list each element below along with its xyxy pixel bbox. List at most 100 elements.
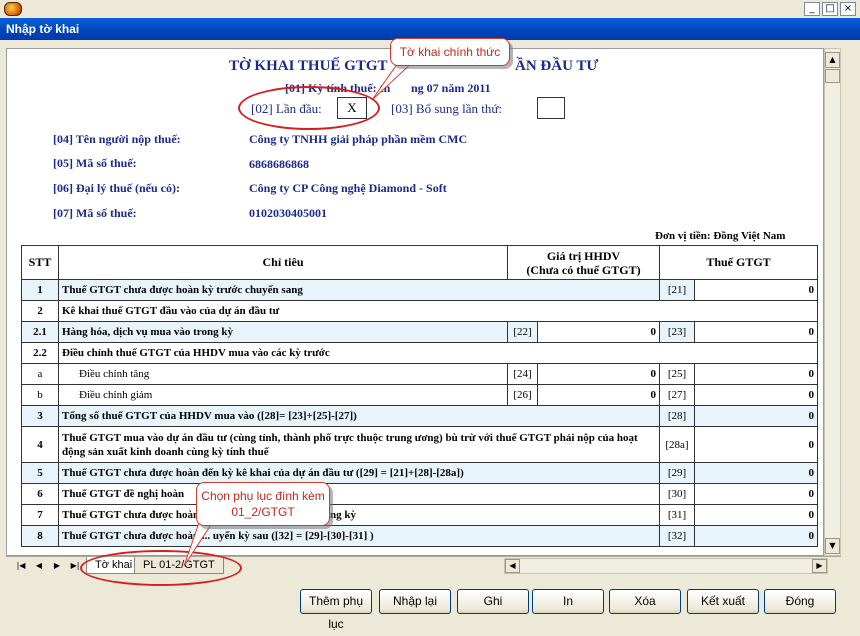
scroll-down-icon[interactable]: ▼ xyxy=(825,538,840,554)
row-tax-input[interactable]: 0 xyxy=(693,504,819,526)
tab-next-icon[interactable]: ▶ xyxy=(50,559,64,573)
taxpayer-name-value: Công ty TNHH giải pháp phần mềm CMC xyxy=(249,132,468,146)
tax-agent-label: [06] Đại lý thuế (nếu có): xyxy=(53,181,180,195)
row-stt: 4 xyxy=(21,426,59,463)
row-desc: Điều chỉnh tăng xyxy=(58,363,508,385)
close-icon[interactable]: × xyxy=(840,2,856,16)
top-strip: _ □ × xyxy=(0,0,860,18)
add-appendix-button[interactable]: Thêm phụ lục xyxy=(300,589,372,631)
agent-tax-code-value: 0102030405001 xyxy=(249,206,327,220)
declaration-table: STT Chỉ tiêu Giá trị HHDV (Chưa có thuế … xyxy=(21,245,819,547)
row-stt: 7 xyxy=(21,504,59,526)
table-row: 2 Kê khai thuế GTGT đầu vào của dự án đầ… xyxy=(21,300,819,322)
row-desc: Điều chỉnh thuế GTGT của HHDV mua vào cá… xyxy=(57,342,819,364)
row-desc: Thuế GTGT chưa được hoàn kỳ trước chuyển… xyxy=(58,279,660,301)
row-code: [30] xyxy=(659,483,695,505)
table-row: 2.2 Điều chỉnh thuế GTGT của HHDV mua và… xyxy=(21,342,819,364)
row-desc: Thuế GTGT chưa được hoàn ... nghiệp mới … xyxy=(58,504,660,526)
tax-code-label: [05] Mã số thuế: xyxy=(53,156,137,170)
row-code: [29] xyxy=(659,462,695,484)
table-row: 3 Tổng số thuế GTGT của HHDV mua vào ([2… xyxy=(21,405,819,427)
row-tax-input[interactable]: 0 xyxy=(693,483,819,505)
first-time-highlight-oval xyxy=(238,86,380,130)
supplement-field[interactable] xyxy=(537,97,565,119)
app-logo-icon xyxy=(4,2,22,16)
col-chi-tieu: Chỉ tiêu xyxy=(58,245,508,280)
callout-bottom-pointer xyxy=(183,519,215,567)
callout-choose-appendix: Chọn phụ lục đính kèm 01_2/GTGT xyxy=(196,482,330,526)
row-stt: 8 xyxy=(21,525,59,547)
window-controls: _ □ × xyxy=(804,2,856,16)
row-code: [25] xyxy=(659,363,695,385)
window-title-bar: Nhập tờ khai xyxy=(0,18,860,40)
scroll-thumb[interactable] xyxy=(825,69,840,83)
table-row: 1 Thuế GTGT chưa được hoàn kỳ trước chuy… xyxy=(21,279,819,301)
scroll-right-icon[interactable]: ▶ xyxy=(812,559,827,573)
row-stt: a xyxy=(21,363,59,385)
row-code: [32] xyxy=(659,525,695,547)
tax-code-value: 6868686868 xyxy=(249,157,309,171)
row-desc: Thuế GTGT đề nghị hoàn xyxy=(58,483,660,505)
col-stt: STT xyxy=(21,245,59,280)
row-tax-value: 0 xyxy=(693,405,819,427)
save-button[interactable]: Ghi xyxy=(457,589,529,614)
row-code: [22] xyxy=(507,321,538,343)
col-thue: Thuế GTGT xyxy=(658,245,819,280)
tab-prev-icon[interactable]: ◀ xyxy=(32,559,46,573)
scroll-up-icon[interactable]: ▲ xyxy=(825,52,840,68)
row-desc: Hàng hóa, dịch vụ mua vào trong kỳ xyxy=(58,321,508,343)
row-desc: Thuế GTGT chưa được hoàn ... uyển kỳ sau… xyxy=(58,525,660,547)
export-button[interactable]: Kết xuất xyxy=(687,589,759,614)
row-tax-input[interactable]: 0 xyxy=(693,384,819,406)
table-row: 4 Thuế GTGT mua vào dự án đầu tư (cùng t… xyxy=(21,426,819,463)
delete-button[interactable]: Xóa xyxy=(609,589,681,614)
table-row: 6 Thuế GTGT đề nghị hoàn [30] 0 xyxy=(21,483,819,505)
row-tax-input[interactable]: 0 xyxy=(693,426,819,463)
row-stt: 2.1 xyxy=(21,321,59,343)
col-gia-tri: Giá trị HHDV (Chưa có thuế GTGT) xyxy=(507,245,660,280)
agent-tax-code-label: [07] Mã số thuế: xyxy=(53,206,137,220)
row-tax-input[interactable]: 0 xyxy=(693,279,819,301)
row-stt: 2 xyxy=(21,300,59,322)
row-code: [31] xyxy=(659,504,695,526)
row-value-input[interactable]: 0 xyxy=(537,363,660,385)
row-value-input[interactable]: 0 xyxy=(537,321,660,343)
form-title-right: ẦN ĐẦU TƯ xyxy=(515,58,599,74)
row-stt: 5 xyxy=(21,462,59,484)
table-row: 5 Thuế GTGT chưa được hoàn đến kỳ kê kha… xyxy=(21,462,819,484)
row-desc: Thuế GTGT chưa được hoàn đến kỳ kê khai … xyxy=(58,462,660,484)
supplement-label: [03] Bổ sung lần thứ: xyxy=(391,101,503,116)
close-button[interactable]: Đóng xyxy=(764,589,836,614)
scroll-left-icon[interactable]: ◀ xyxy=(505,559,520,573)
row-tax-input[interactable]: 0 xyxy=(693,363,819,385)
row-code: [27] xyxy=(659,384,695,406)
row-stt: 6 xyxy=(21,483,59,505)
callout-top-pointer xyxy=(371,59,417,101)
row-desc: Điều chỉnh giảm xyxy=(58,384,508,406)
horizontal-scrollbar[interactable]: ◀ ▶ xyxy=(504,558,828,574)
row-stt: 1 xyxy=(21,279,59,301)
row-tax-value: 0 xyxy=(693,462,819,484)
maximize-icon[interactable]: □ xyxy=(822,2,838,16)
declaration-sheet: TỜ KHAI THUẾ GTGT ẦN ĐẦU TƯ [01] Kỳ tính… xyxy=(6,48,824,556)
table-row: 8 Thuế GTGT chưa được hoàn ... uyển kỳ s… xyxy=(21,525,819,547)
table-header: STT Chỉ tiêu Giá trị HHDV (Chưa có thuế … xyxy=(21,245,819,280)
taxpayer-name-label: [04] Tên người nộp thuế: xyxy=(53,132,181,146)
row-code: [21] xyxy=(659,279,695,301)
row-stt: 2.2 xyxy=(21,342,59,364)
period-label-right: ng 07 năm 2011 xyxy=(411,81,491,95)
row-value-input[interactable]: 0 xyxy=(537,384,660,406)
print-button[interactable]: In xyxy=(532,589,604,614)
reenter-button[interactable]: Nhập lại xyxy=(379,589,451,614)
row-tax-value: 0 xyxy=(693,525,819,547)
vertical-scrollbar[interactable]: ▲ ▼ xyxy=(824,48,841,556)
row-tax-input[interactable]: 0 xyxy=(693,321,819,343)
table-row: b Điều chỉnh giảm [26] 0 [27] 0 xyxy=(21,384,819,406)
table-row: a Điều chỉnh tăng [24] 0 [25] 0 xyxy=(21,363,819,385)
tax-agent-value: Công ty CP Công nghệ Diamond - Soft xyxy=(249,181,447,195)
minimize-icon[interactable]: _ xyxy=(804,2,820,16)
table-row: 7 Thuế GTGT chưa được hoàn ... nghiệp mớ… xyxy=(21,504,819,526)
tab-first-icon[interactable]: |◀ xyxy=(14,559,28,573)
row-desc: Thuế GTGT mua vào dự án đầu tư (cùng tỉn… xyxy=(58,426,660,463)
window-title: Nhập tờ khai xyxy=(6,22,80,36)
